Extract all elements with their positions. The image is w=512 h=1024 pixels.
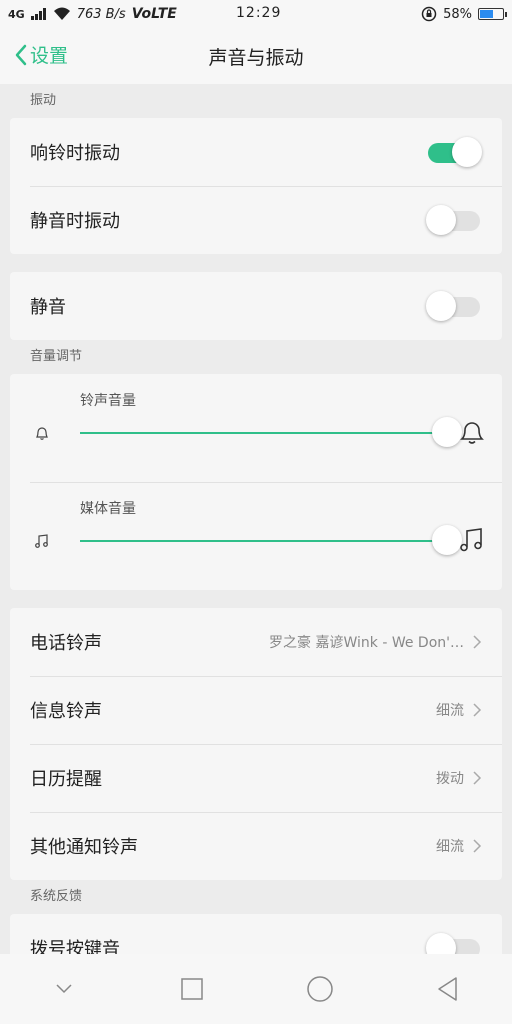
silent-card: 静音 <box>10 272 502 340</box>
silent-vibrate-row[interactable]: 静音时振动 <box>10 186 502 254</box>
chevron-right-icon <box>473 703 482 717</box>
phone-ringtone-row[interactable]: 电话铃声 罗之豪 嘉谚Wink - We Don'… <box>10 608 502 676</box>
calendar-reminder-value: 拨动 <box>436 771 464 787</box>
silent-toggle[interactable] <box>426 290 482 322</box>
status-bar: 4G 763 B/s VoLTE 12:29 58% <box>0 0 512 28</box>
other-notification-ringtone-label: 其他通知铃声 <box>30 837 138 858</box>
nav-bar: 设置 声音与振动 <box>0 28 512 84</box>
chevron-down-icon <box>56 984 72 994</box>
volume-card: 铃声音量 媒体音量 <box>10 374 502 590</box>
music-note-icon <box>35 534 48 548</box>
vibration-card: 响铃时振动 静音时振动 <box>10 118 502 254</box>
section-label-volume: 音量调节 <box>30 349 83 364</box>
ringtone-volume-slider[interactable] <box>80 417 462 447</box>
signal-indicator: 4G <box>8 7 25 21</box>
ring-vibrate-toggle[interactable] <box>426 136 482 168</box>
home-button[interactable] <box>290 964 350 1014</box>
ring-vibrate-row[interactable]: 响铃时振动 <box>10 118 502 186</box>
silent-vibrate-toggle[interactable] <box>426 204 482 236</box>
chevron-right-icon <box>473 839 482 853</box>
rotation-lock-icon <box>421 6 437 22</box>
silent-row[interactable]: 静音 <box>10 272 502 340</box>
triangle-back-icon <box>438 977 457 1001</box>
ringtones-card: 电话铃声 罗之豪 嘉谚Wink - We Don'… 信息铃声 细流 日历提醒 … <box>10 608 502 880</box>
calendar-reminder-row[interactable]: 日历提醒 拨动 <box>10 744 502 812</box>
square-icon <box>181 978 203 1000</box>
chevron-right-icon <box>473 771 482 785</box>
wifi-icon <box>53 7 70 20</box>
ringtone-volume-label: 铃声音量 <box>80 393 136 409</box>
section-label-feedback: 系统反馈 <box>30 889 83 904</box>
bell-icon <box>460 422 484 444</box>
ringtone-volume-row: 铃声音量 <box>10 374 502 482</box>
toggle-knob <box>452 137 482 167</box>
other-notification-ringtone-row[interactable]: 其他通知铃声 细流 <box>10 812 502 880</box>
feedback-card: 拨号按键音 <box>10 914 502 954</box>
media-volume-row: 媒体音量 <box>10 482 502 590</box>
silent-vibrate-label: 静音时振动 <box>30 211 120 232</box>
net-speed: 763 B/s <box>76 6 126 22</box>
recents-button[interactable] <box>162 964 222 1014</box>
settings-list[interactable]: 振动 响铃时振动 静音时振动 静音 音量调节 铃声音量 媒体音量 电话铃声 罗之… <box>0 84 512 954</box>
page-title: 声音与振动 <box>208 47 304 69</box>
toggle-knob <box>426 933 456 954</box>
silent-label: 静音 <box>30 297 66 318</box>
message-ringtone-value: 细流 <box>436 703 464 719</box>
collapse-button[interactable] <box>34 964 94 1014</box>
dial-tone-label: 拨号按键音 <box>30 939 120 954</box>
music-note-icon <box>460 528 482 552</box>
ring-vibrate-label: 响铃时振动 <box>30 143 120 164</box>
message-ringtone-row[interactable]: 信息铃声 细流 <box>10 676 502 744</box>
phone-ringtone-value: 罗之豪 嘉谚Wink - We Don'… <box>269 635 464 651</box>
phone-ringtone-label: 电话铃声 <box>30 633 102 654</box>
battery-level <box>480 10 493 18</box>
message-ringtone-label: 信息铃声 <box>30 701 102 722</box>
clock: 12:29 <box>236 5 282 21</box>
media-volume-slider[interactable] <box>80 525 462 555</box>
calendar-reminder-label: 日历提醒 <box>30 769 102 790</box>
other-notification-ringtone-value: 细流 <box>436 839 464 855</box>
volte-indicator: VoLTE <box>131 6 177 22</box>
bell-icon <box>36 427 48 440</box>
battery-percent: 58% <box>443 6 472 22</box>
toggle-knob <box>426 291 456 321</box>
circle-icon <box>307 976 333 1002</box>
media-volume-label: 媒体音量 <box>80 501 136 517</box>
chevron-right-icon <box>473 635 482 649</box>
toggle-knob <box>426 205 456 235</box>
dial-tone-row[interactable]: 拨号按键音 <box>10 914 502 954</box>
dial-tone-toggle[interactable] <box>426 932 482 954</box>
battery-icon <box>478 8 507 20</box>
signal-bars-icon <box>30 8 46 20</box>
section-label-vibration: 振动 <box>30 93 57 108</box>
back-nav-button[interactable] <box>418 964 478 1014</box>
system-nav-bar <box>0 954 512 1024</box>
